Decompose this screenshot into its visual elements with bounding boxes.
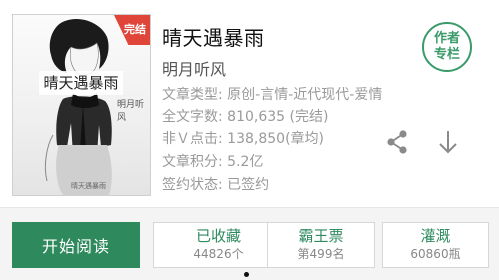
meta-contract: 签约状态: 已签约 bbox=[162, 174, 269, 194]
author-column-line2: 专栏 bbox=[433, 47, 460, 62]
meta-score: 文章积分: 5.2亿 bbox=[162, 151, 263, 171]
cover-small-text: 晴天遇暴雨 bbox=[71, 182, 106, 190]
arrow-down-icon[interactable] bbox=[437, 129, 459, 155]
start-reading-button[interactable]: 开始阅读 bbox=[12, 222, 140, 268]
meta-label: 签约状态: bbox=[162, 177, 223, 193]
share-icon[interactable] bbox=[386, 130, 408, 154]
meta-value: 已签约 bbox=[227, 177, 270, 193]
cover-author: 明月听风 bbox=[117, 100, 145, 123]
vote-button[interactable]: 霸王票 第499名 bbox=[267, 222, 375, 268]
meta-value: 138,850(章均) bbox=[227, 131, 324, 147]
cover-title: 晴天遇暴雨 bbox=[39, 71, 123, 95]
vote-rank: 第499名 bbox=[297, 247, 345, 261]
book-info-card: 完结 晴天遇暴雨 明月听风 晴天遇暴雨 晴天遇暴雨 明月听风 文章类型: 原创-… bbox=[0, 0, 499, 208]
meta-clicks: 非Ｖ点击: 138,850(章均) bbox=[162, 128, 324, 148]
meta-label: 文章类型: bbox=[162, 87, 223, 103]
book-author[interactable]: 明月听风 bbox=[162, 56, 226, 80]
vote-label: 霸王票 bbox=[298, 227, 344, 245]
water-button[interactable]: 灌溉 60860瓶 bbox=[382, 222, 489, 268]
water-count: 60860瓶 bbox=[410, 247, 461, 261]
collect-label: 已收藏 bbox=[195, 227, 241, 245]
collect-count: 44826个 bbox=[193, 247, 244, 261]
meta-label: 文章积分: bbox=[162, 154, 223, 170]
page-indicator-dot bbox=[244, 272, 249, 277]
collect-button[interactable]: 已收藏 44826个 bbox=[153, 222, 284, 268]
meta-value: 810,635 (完结) bbox=[227, 109, 329, 125]
meta-word-count: 全文字数: 810,635 (完结) bbox=[162, 106, 328, 126]
meta-label: 非Ｖ点击: bbox=[162, 131, 223, 147]
book-title: 晴天遇暴雨 bbox=[162, 26, 265, 50]
author-column-line1: 作者 bbox=[433, 31, 460, 46]
meta-value: 原创-言情-近代现代-爱情 bbox=[227, 87, 383, 103]
water-label: 灌溉 bbox=[420, 227, 451, 245]
meta-label: 全文字数: bbox=[162, 109, 223, 125]
book-cover[interactable]: 完结 晴天遇暴雨 明月听风 晴天遇暴雨 bbox=[12, 14, 151, 196]
author-column-button[interactable]: 作者 专栏 bbox=[422, 22, 472, 72]
meta-value: 5.2亿 bbox=[227, 154, 264, 170]
meta-genre: 文章类型: 原创-言情-近代现代-爱情 bbox=[162, 84, 382, 104]
